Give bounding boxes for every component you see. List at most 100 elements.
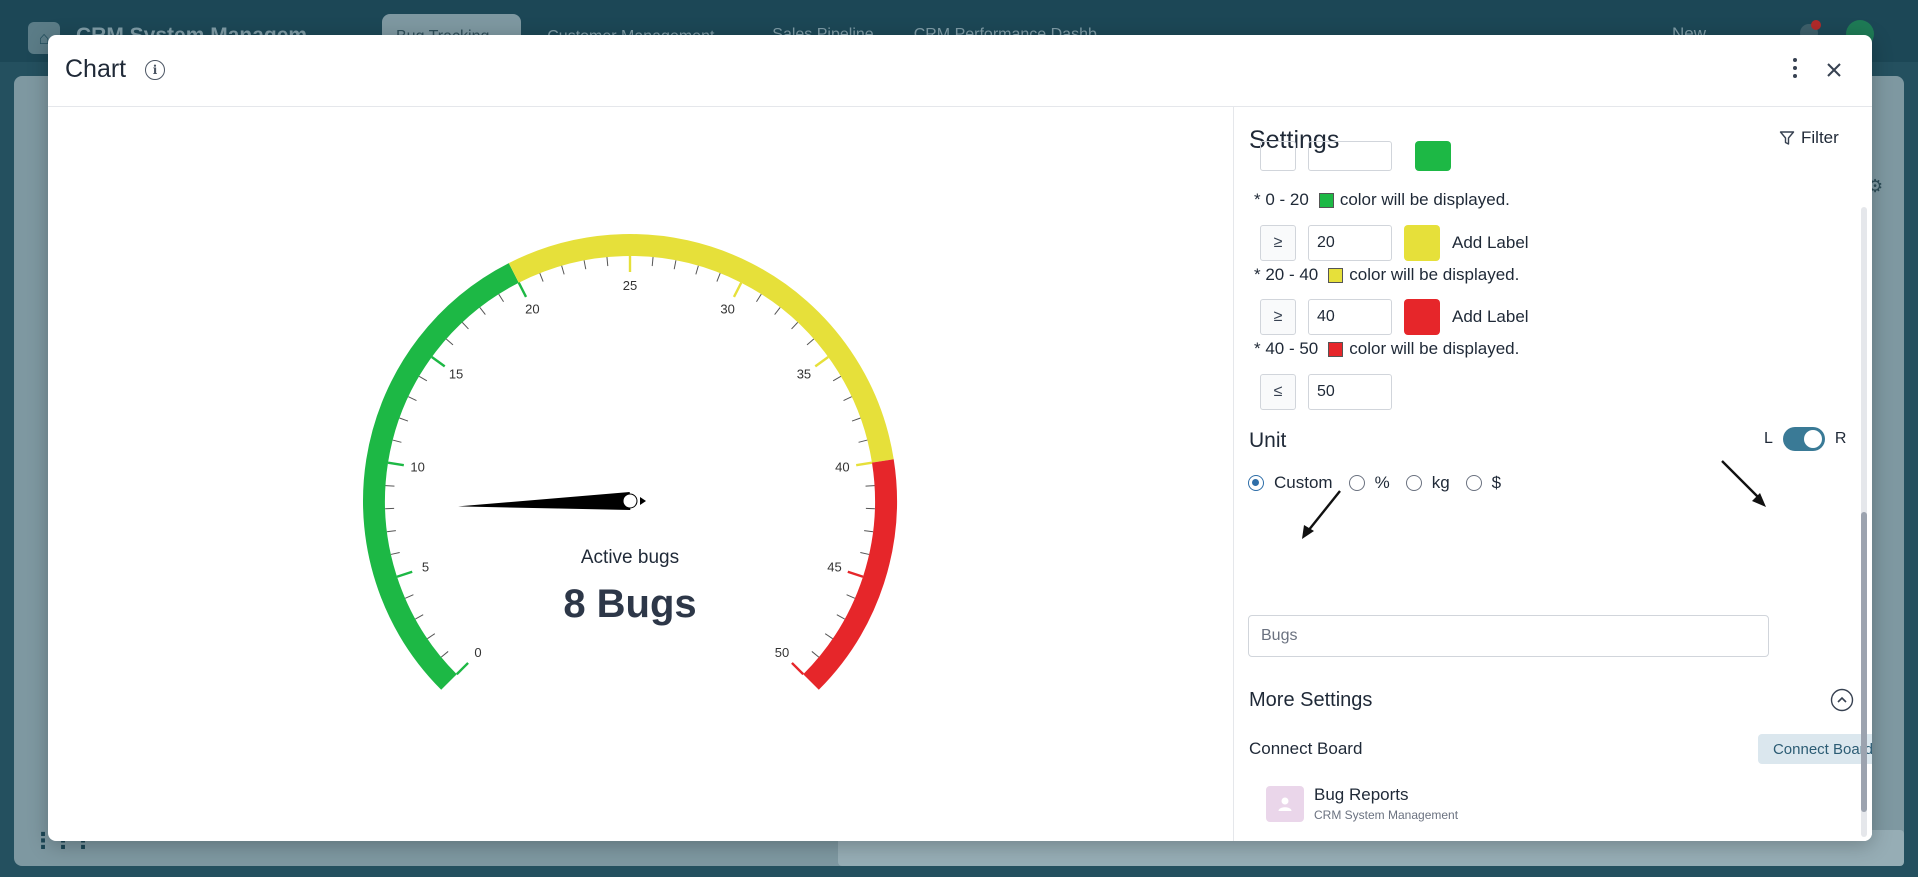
add-label-button[interactable]: Add Label [1452, 233, 1529, 253]
gauge-minor-tick [479, 307, 486, 315]
custom-unit-input[interactable] [1248, 615, 1769, 657]
gauge-minor-tick [651, 257, 654, 267]
toggle-right-label: R [1834, 430, 1847, 447]
unit-options: Custom % kg $ [1248, 473, 1517, 493]
scrollbar-thumb[interactable] [1861, 512, 1867, 812]
radio-dot [1405, 475, 1422, 491]
gauge-minor-tick [399, 417, 409, 422]
gauge-major-tick [791, 662, 805, 676]
toggle-knob [1803, 430, 1822, 448]
connected-board-item[interactable]: Bug Reports CRM System Management [1266, 785, 1458, 822]
gauge-band-0 [363, 263, 519, 690]
color-swatch-green[interactable] [1415, 141, 1451, 171]
gauge-minor-tick [806, 338, 815, 346]
gauge-minor-tick [716, 273, 721, 282]
unit-option-kg[interactable]: kg [1405, 473, 1450, 493]
radio-dot [1348, 475, 1365, 491]
range-note-1: * 20 - 40 color will be displayed. [1254, 265, 1520, 284]
gauge-minor-tick [811, 651, 820, 658]
gauge-minor-tick [418, 375, 428, 382]
range-note-2: * 40 - 50 color will be displayed. [1254, 339, 1520, 358]
unit-position-toggle[interactable] [1782, 427, 1825, 451]
gauge-minor-tick [858, 439, 868, 443]
gauge-minor-tick [774, 307, 781, 315]
gauge-value-label: 8 Bugs [563, 582, 696, 626]
gauge-tick-label: 0 [474, 645, 481, 660]
add-label-button[interactable]: Add Label [1452, 307, 1529, 327]
gauge-minor-tick [846, 594, 856, 599]
gauge-major-tick [431, 356, 446, 368]
operator-button[interactable] [1260, 141, 1296, 171]
color-swatch-red[interactable] [1404, 299, 1440, 335]
color-swatch-yellow[interactable] [1404, 225, 1440, 261]
gauge-minor-tick [415, 614, 424, 620]
toggle-left-label: L [1764, 430, 1773, 447]
range-color-swatch [1318, 192, 1334, 208]
gauge-tick-label: 15 [449, 367, 463, 382]
board-icon [1266, 785, 1304, 822]
gauge-tick-label: 30 [720, 301, 734, 316]
gauge-minor-tick [832, 375, 842, 382]
gauge-major-tick [396, 570, 413, 578]
operator-button[interactable]: ≥ [1260, 299, 1296, 335]
chevron-up-icon[interactable] [1830, 688, 1854, 712]
range-note-0: * 0 - 20 color will be displayed. [1254, 190, 1510, 209]
gauge-minor-tick [386, 530, 396, 533]
modal-title: Chart [65, 55, 127, 83]
gauge-minor-tick [461, 322, 469, 330]
gauge-minor-tick [427, 633, 436, 640]
gauge-major-tick [847, 570, 864, 578]
connect-board-button[interactable]: Connect Board [1758, 734, 1872, 764]
operator-button[interactable]: ≤ [1260, 374, 1296, 410]
gauge-major-tick [814, 356, 829, 368]
gauge-tick-label: 45 [827, 559, 841, 574]
board-subtitle: CRM System Management [1314, 808, 1459, 822]
gauge-minor-tick [440, 651, 449, 658]
gauge-title: Active bugs [581, 547, 679, 568]
threshold-value-input[interactable] [1308, 141, 1392, 171]
filter-icon [1779, 131, 1795, 145]
board-name: Bug Reports [1314, 785, 1409, 804]
gauge-chart: 0 5 10 15 20 25 30 35 40 45 50 Active bugs 8 Bugs [363, 234, 897, 690]
gauge-minor-tick [851, 417, 861, 422]
gauge-needle-cap [640, 497, 646, 505]
gauge-minor-tick [390, 551, 400, 555]
gauge-needle-hub [622, 493, 638, 509]
gauge-minor-tick [445, 338, 454, 346]
chart-modal: Chart i 0 5 10 15 20 25 30 35 40 45 50 Active bugs 8… [48, 35, 1872, 841]
annotation-arrow-toggle [1721, 460, 1766, 507]
gauge-minor-tick [673, 260, 677, 270]
unit-option-percent[interactable]: % [1348, 473, 1390, 493]
kebab-menu-icon[interactable] [1785, 53, 1805, 83]
unit-option-dollar[interactable]: $ [1465, 473, 1501, 493]
filter-label: Filter [1801, 128, 1839, 147]
max-value-input[interactable] [1308, 374, 1392, 410]
modal-header: Chart i [48, 35, 1872, 107]
gauge-tick-label: 10 [410, 459, 424, 474]
operator-button[interactable]: ≥ [1260, 225, 1296, 261]
gauge-minor-tick [865, 485, 875, 487]
gauge-minor-tick [695, 265, 699, 275]
gauge-band-1 [508, 234, 894, 463]
close-icon[interactable] [1821, 57, 1847, 83]
gauge-tick-label: 40 [835, 459, 849, 474]
gauge-minor-tick [824, 633, 833, 640]
settings-panel: Settings Filter * 0 - 20 color will be d… [1233, 107, 1872, 841]
gauge-major-tick [855, 461, 873, 467]
gauge-minor-tick [561, 265, 565, 275]
filter-button[interactable]: Filter [1779, 128, 1839, 148]
gauge-minor-tick [843, 396, 852, 401]
range-color-swatch [1328, 341, 1344, 357]
gauge-major-tick [387, 461, 405, 467]
notification-dot [1811, 20, 1821, 30]
gauge-minor-tick [791, 322, 799, 330]
threshold-value-input[interactable] [1308, 299, 1392, 335]
radio-dot [1465, 475, 1482, 491]
connect-board-title: Connect Board [1249, 739, 1363, 758]
radio-dot [1248, 475, 1264, 491]
gauge-tick-label: 20 [525, 301, 539, 316]
gauge-needle [458, 492, 631, 510]
gauge-minor-tick [606, 257, 609, 267]
info-icon[interactable]: i [145, 60, 165, 80]
threshold-value-input[interactable] [1308, 225, 1392, 261]
